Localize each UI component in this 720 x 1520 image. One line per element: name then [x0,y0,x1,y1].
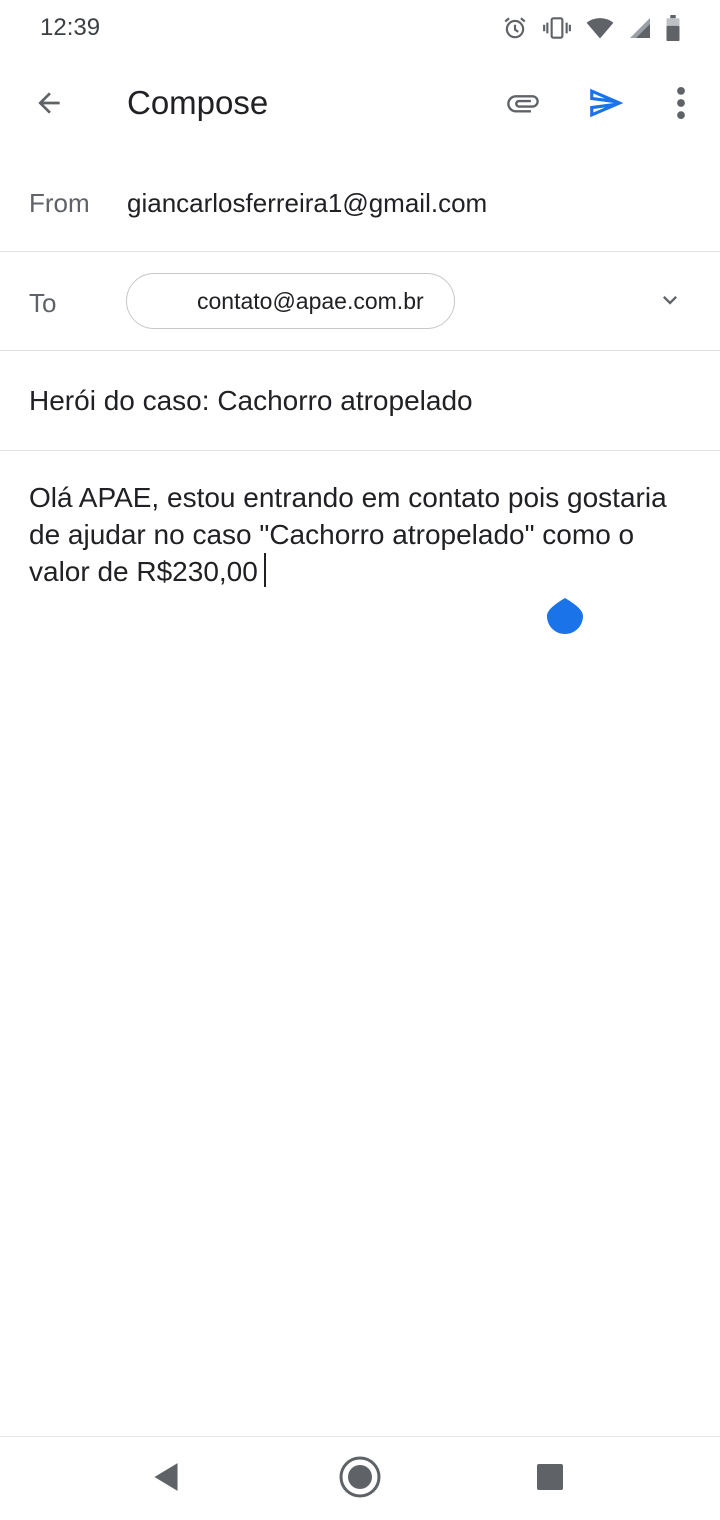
text-cursor [263,553,266,587]
more-vert-icon [676,86,686,125]
to-row: To contato@apae.com.br [0,252,720,351]
nav-back-icon [152,1462,180,1497]
back-arrow-icon [33,87,65,124]
send-button[interactable] [579,78,633,132]
expand-recipients-button[interactable] [648,280,692,324]
wifi-icon [586,16,614,40]
compose-body-field[interactable]: Olá APAE, estou entrando em contato pois… [29,479,669,590]
paperclip-icon [504,84,542,127]
from-account-selector[interactable]: giancarlosferreira1@gmail.com [127,188,487,219]
more-options-button[interactable] [656,78,706,132]
battery-icon [666,15,680,41]
signal-icon [628,16,652,40]
cursor-handle[interactable] [547,588,583,634]
recipient-chip[interactable]: contato@apae.com.br [126,273,455,329]
alarm-icon [502,15,528,41]
to-label: To [29,288,57,318]
chevron-down-icon [656,286,684,319]
page-title: Compose [127,84,269,121]
nav-recents-button[interactable] [522,1453,578,1505]
from-label: From [29,188,90,218]
app-bar: Compose [0,56,720,152]
nav-back-button[interactable] [138,1453,194,1505]
status-icons [502,14,680,42]
compose-body-text: Olá APAE, estou entrando em contato pois… [29,482,667,587]
back-button[interactable] [22,78,76,132]
vibrate-icon [542,15,572,41]
nav-home-icon [339,1456,381,1503]
subject-row: Herói do caso: Cachorro atropelado [0,351,720,451]
send-icon [587,84,625,127]
status-bar: 12:39 [0,0,720,56]
attach-button[interactable] [496,78,550,132]
status-time: 12:39 [40,14,101,41]
from-row: From giancarlosferreira1@gmail.com [0,156,720,252]
nav-recents-icon [536,1463,564,1496]
subject-field[interactable]: Herói do caso: Cachorro atropelado [29,385,689,417]
nav-home-button[interactable] [332,1453,388,1505]
system-nav-bar [0,1436,720,1520]
recipient-chip-label: contato@apae.com.br [197,287,424,314]
compose-body-area[interactable]: Olá APAE, estou entrando em contato pois… [0,451,720,1436]
